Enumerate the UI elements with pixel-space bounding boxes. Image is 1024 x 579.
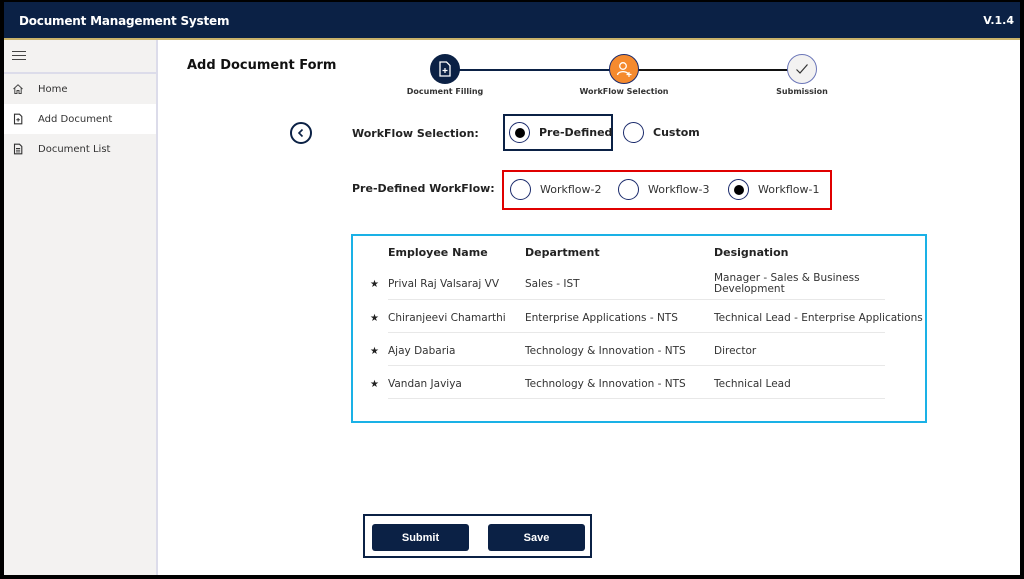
cell-employee-name: Prival Raj Valsaraj VV <box>388 278 500 290</box>
home-icon <box>12 83 24 95</box>
step-connector-completed <box>459 69 612 71</box>
column-header-designation: Designation <box>714 246 789 259</box>
cell-department: Technology & Innovation - NTS <box>525 345 686 357</box>
predefined-workflow-label: Pre-Defined WorkFlow: <box>352 182 495 195</box>
row-divider <box>388 398 885 399</box>
cell-employee-name: Vandan Javiya <box>388 378 462 390</box>
cell-designation: Manager - Sales & Business Development <box>714 272 860 295</box>
radio-circle <box>623 122 644 143</box>
add-document-icon <box>12 113 24 125</box>
radio-custom[interactable]: Custom <box>623 122 700 143</box>
radio-workflow-1[interactable]: Workflow-1 <box>728 179 819 200</box>
radio-circle <box>618 179 639 200</box>
row-bullet-icon: ★ <box>370 279 379 290</box>
document-list-icon <box>12 143 24 155</box>
radio-workflow-2[interactable]: Workflow-2 <box>510 179 601 200</box>
step-workflow-selection <box>609 54 639 84</box>
step-label-workflow-selection: WorkFlow Selection <box>579 87 669 96</box>
cell-department: Enterprise Applications - NTS <box>525 312 678 324</box>
app-window: Document Management System V.1.4 Home Ad… <box>4 2 1020 575</box>
radio-workflow-3[interactable]: Workflow-3 <box>618 179 709 200</box>
cell-employee-name: Chiranjeevi Chamarthi <box>388 312 506 324</box>
table-row: ★ Vandan Javiya Technology & Innovation … <box>353 366 925 399</box>
version-label: V.1.4 <box>983 14 1014 27</box>
sidebar: Home Add Document Document List <box>4 40 158 575</box>
table-row: ★ Ajay Dabaria Technology & Innovation -… <box>353 333 925 366</box>
cell-designation: Technical Lead <box>714 378 791 390</box>
cell-department: Sales - IST <box>525 278 580 290</box>
chevron-left-icon <box>297 128 304 138</box>
back-button[interactable] <box>290 122 312 144</box>
radio-circle <box>509 122 530 143</box>
sidebar-item-document-list[interactable]: Document List <box>4 134 156 164</box>
column-header-department: Department <box>525 246 600 259</box>
user-plus-icon <box>616 62 632 77</box>
radio-label: Pre-Defined <box>539 126 613 139</box>
sidebar-item-label: Document List <box>38 143 111 155</box>
check-icon <box>796 64 808 74</box>
column-header-employee-name: Employee Name <box>388 246 488 259</box>
cell-designation: Director <box>714 345 757 357</box>
step-label-document-filling: Document Filling <box>406 87 484 96</box>
row-bullet-icon: ★ <box>370 379 379 390</box>
step-label-submission: Submission <box>776 87 828 96</box>
radio-circle <box>728 179 749 200</box>
radio-selected-dot <box>514 127 525 138</box>
step-document-filling <box>430 54 460 84</box>
app-title: Document Management System <box>19 14 230 28</box>
submit-button[interactable]: Submit <box>372 524 469 551</box>
step-connector-pending <box>638 69 790 71</box>
radio-pre-defined[interactable]: Pre-Defined <box>509 122 612 143</box>
sidebar-item-label: Home <box>38 83 68 95</box>
radio-label: Custom <box>653 126 700 139</box>
cell-designation: Technical Lead - Enterprise Applications <box>714 312 923 324</box>
table-row: ★ Prival Raj Valsaraj VV Sales - IST Man… <box>353 266 925 299</box>
radio-label: Workflow-2 <box>540 183 602 196</box>
sidebar-item-label: Add Document <box>38 113 113 125</box>
row-bullet-icon: ★ <box>370 313 379 324</box>
sidebar-item-add-document[interactable]: Add Document <box>4 104 156 134</box>
radio-label: Workflow-1 <box>758 183 820 196</box>
document-plus-icon <box>439 61 451 77</box>
radio-circle <box>510 179 531 200</box>
cell-department: Technology & Innovation - NTS <box>525 378 686 390</box>
save-button[interactable]: Save <box>488 524 585 551</box>
top-bar: Document Management System V.1.4 <box>4 2 1020 40</box>
action-buttons-box: Submit Save <box>363 514 592 558</box>
radio-label: Workflow-3 <box>648 183 710 196</box>
table-row: ★ Chiranjeevi Chamarthi Enterprise Appli… <box>353 300 925 333</box>
radio-selected-dot <box>733 184 744 195</box>
row-bullet-icon: ★ <box>370 346 379 357</box>
workflow-selection-label: WorkFlow Selection: <box>352 127 479 140</box>
cell-employee-name: Ajay Dabaria <box>388 345 456 357</box>
sidebar-item-home[interactable]: Home <box>4 74 156 104</box>
step-submission <box>787 54 817 84</box>
workflow-approvers-table: Employee Name Department Designation ★ P… <box>351 234 927 423</box>
hamburger-menu-icon[interactable] <box>12 48 26 62</box>
page-title: Add Document Form <box>187 58 337 73</box>
